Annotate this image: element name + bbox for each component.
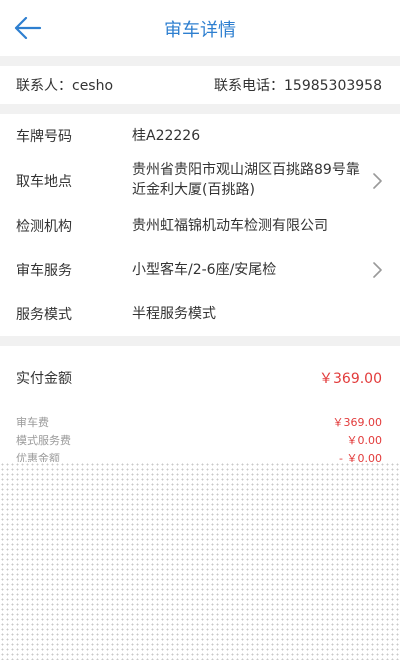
page-title: 审车详情 bbox=[164, 20, 236, 41]
detail-label: 取车地点 bbox=[16, 174, 72, 190]
detail-label: 检测机构 bbox=[16, 219, 72, 235]
detail-value: 贵州虹福锦机动车检测有限公司 bbox=[132, 218, 328, 234]
detail-label: 车牌号码 bbox=[16, 129, 72, 145]
header-bar: 审车详情 bbox=[0, 0, 400, 56]
paid-amount-value: ￥369.00 bbox=[319, 371, 382, 387]
divider bbox=[0, 104, 400, 114]
detail-row-inspection-agency: 检测机构 贵州虹福锦机动车检测有限公司 bbox=[0, 214, 400, 238]
chevron-right-icon bbox=[373, 262, 382, 278]
detail-value: 贵州省贵阳市观山湖区百挑路89号靠近金利大厦(百挑路) bbox=[132, 162, 360, 198]
chevron-right-icon bbox=[373, 173, 382, 189]
detail-value: 小型客车/2-6座/安尾检 bbox=[132, 262, 277, 278]
detail-value: 半程服务模式 bbox=[132, 306, 216, 322]
detail-row-service[interactable]: 审车服务 小型客车/2-6座/安尾检 bbox=[0, 258, 400, 282]
detail-row-service-mode: 服务模式 半程服务模式 bbox=[0, 302, 400, 326]
detail-row-plate: 车牌号码 桂A22226 bbox=[0, 124, 400, 148]
fee-label: 审车费 bbox=[16, 416, 49, 429]
fee-value: ￥0.00 bbox=[346, 434, 383, 447]
divider bbox=[0, 56, 400, 66]
fee-row: 审车费 ￥369.00 bbox=[0, 414, 400, 430]
fee-row: 模式服务费 ￥0.00 bbox=[0, 432, 400, 448]
contact-name: 联系人：cesho bbox=[16, 78, 114, 94]
divider bbox=[0, 336, 400, 346]
contact-phone[interactable]: 联系电话：15985303958 bbox=[214, 75, 382, 95]
dotted-overlay bbox=[0, 462, 400, 660]
fee-value: ￥369.00 bbox=[332, 416, 383, 429]
detail-label: 审车服务 bbox=[16, 263, 72, 279]
fee-label: 模式服务费 bbox=[16, 434, 71, 447]
contact-row: 联系人：cesho 联系电话：15985303958 bbox=[0, 66, 400, 104]
detail-label: 服务模式 bbox=[16, 307, 72, 323]
detail-value: 桂A22226 bbox=[132, 128, 201, 144]
detail-row-pickup-location[interactable]: 取车地点 贵州省贵阳市观山湖区百挑路89号靠近金利大厦(百挑路) bbox=[0, 160, 400, 204]
paid-amount-label: 实付金额 bbox=[16, 371, 72, 387]
paid-amount-row: 实付金额 ￥369.00 bbox=[0, 362, 400, 392]
